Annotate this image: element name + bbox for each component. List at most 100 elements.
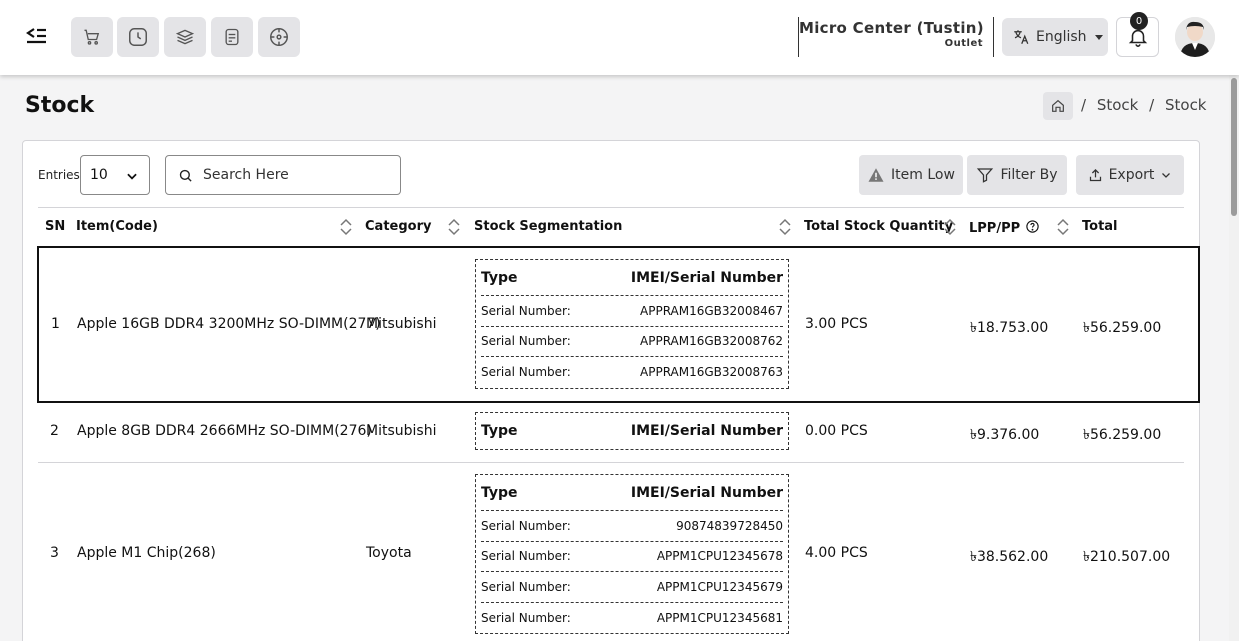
chevron-down-icon (1094, 34, 1103, 40)
segment-header-row: Type IMEI/Serial Number (481, 475, 783, 511)
row-qty: 0.00 PCS (805, 423, 868, 439)
segment-type: Serial Number: (481, 610, 571, 625)
segment-row: Serial Number: APPRAM16GB32008763 (481, 357, 783, 388)
sort-icon[interactable] (447, 217, 461, 237)
column-header-lpp[interactable]: LPP/PP (969, 219, 1040, 236)
segment-row: Serial Number: APPRAM16GB32008762 (481, 327, 783, 357)
table-header-top-border (38, 207, 1184, 208)
row-qty: 4.00 PCS (805, 545, 868, 561)
segment-serial: APPRAM16GB32008762 (640, 334, 783, 349)
row-category: Toyota (366, 545, 412, 561)
segment-row: Serial Number: APPM1CPU12345681 (481, 603, 783, 634)
breadcrumb: / Stock / Stock (1081, 96, 1213, 114)
help-icon[interactable] (1025, 219, 1040, 234)
sort-icon[interactable] (943, 217, 957, 237)
segment-type-header: Type (481, 484, 518, 501)
menu-toggle-icon[interactable] (24, 24, 48, 48)
store-name: Micro Center (Tustin) (799, 19, 984, 37)
language-label: English (1036, 29, 1087, 45)
segment-serial: APPRAM16GB32008763 (640, 365, 783, 380)
chevron-down-icon (1162, 173, 1171, 178)
segment-type-header: Type (481, 423, 518, 439)
row-item: Apple M1 Chip(268) (77, 545, 216, 561)
segment-row: Serial Number: APPM1CPU12345679 (481, 572, 783, 603)
search-placeholder: Search Here (203, 167, 289, 183)
column-header-item[interactable]: Item(Code) (76, 219, 158, 234)
segment-type: Serial Number: (481, 303, 571, 318)
row-total: ৳210.507.00 (1083, 549, 1171, 565)
segment-serial: APPM1CPU12345679 (656, 579, 783, 594)
breadcrumb-item[interactable]: Stock (1097, 96, 1139, 114)
column-header-total[interactable]: Total (1082, 219, 1118, 234)
column-header-total-stock-quantity[interactable]: Total Stock Quantity (804, 219, 953, 234)
sort-icon[interactable] (778, 217, 792, 237)
column-header-sn: SN (45, 219, 66, 234)
row-lpp: ৳9.376.00 (970, 427, 1040, 443)
language-selector[interactable]: English (1002, 18, 1108, 56)
export-button[interactable]: Export (1076, 155, 1184, 195)
segment-row: Serial Number: 90874839728450 (481, 511, 783, 542)
top-bar: Micro Center (Tustin) Outlet English 0 (0, 0, 1239, 75)
column-header-stock-segmentation[interactable]: Stock Segmentation (474, 219, 622, 234)
row-total: ৳56.259.00 (1083, 427, 1162, 443)
stock-segmentation-box: Type IMEI/Serial Number Serial Number: 9… (475, 474, 789, 634)
segment-serial: APPM1CPU12345678 (656, 549, 783, 564)
item-low-label: Item Low (891, 167, 955, 183)
segment-serial: APPM1CPU12345681 (656, 610, 783, 625)
segment-type: Serial Number: (481, 365, 571, 380)
segment-serial-header: IMEI/Serial Number (630, 269, 783, 286)
row-sn: 2 (50, 423, 59, 439)
segment-row: Serial Number: APPRAM16GB32008467 (481, 296, 783, 327)
search-icon (179, 169, 192, 182)
column-header-lpp-label: LPP/PP (969, 221, 1021, 236)
breadcrumb-home-icon[interactable] (1043, 92, 1073, 120)
segment-type: Serial Number: (481, 334, 571, 349)
filter-label: Filter By (1000, 167, 1058, 183)
segment-type: Serial Number: (481, 579, 571, 594)
dashboard-icon[interactable] (258, 17, 300, 57)
segment-type: Serial Number: (481, 518, 571, 533)
entries-value: 10 (90, 167, 108, 183)
translate-icon (1014, 30, 1029, 44)
row-sn: 3 (50, 545, 59, 561)
filter-button[interactable]: Filter By (967, 155, 1067, 195)
chevron-down-icon (127, 173, 137, 180)
row-lpp: ৳38.562.00 (970, 549, 1049, 565)
sort-icon[interactable] (1056, 217, 1070, 237)
row-category: Mitsubishi (366, 423, 437, 439)
item-low-button[interactable]: Item Low (859, 155, 963, 195)
segment-row: Serial Number: APPM1CPU12345678 (481, 542, 783, 572)
store-info: Micro Center (Tustin) Outlet (798, 17, 994, 57)
report-icon[interactable] (211, 17, 253, 57)
sort-icon[interactable] (339, 217, 353, 237)
segment-serial: 90874839728450 (676, 518, 783, 533)
row-item: Apple 16GB DDR4 3200MHz SO-DIMM(277) (77, 316, 381, 332)
row-total: ৳56.259.00 (1083, 320, 1162, 336)
row-category: Mitsubishi (366, 316, 437, 332)
layers-icon[interactable] (164, 17, 206, 57)
upload-icon (1089, 168, 1101, 181)
segment-header-row: Type IMEI/Serial Number (481, 260, 783, 296)
entries-label: Entries (38, 168, 80, 182)
search-input[interactable]: Search Here (165, 155, 401, 195)
entries-select[interactable]: 10 (80, 155, 150, 195)
cart-icon[interactable] (71, 17, 113, 57)
export-label: Export (1108, 167, 1155, 183)
notification-count-badge: 0 (1130, 12, 1148, 30)
segment-header-row: Type IMEI/Serial Number (481, 413, 783, 449)
segment-serial: APPRAM16GB32008467 (640, 303, 783, 318)
filter-icon (977, 168, 994, 183)
clock-icon[interactable] (117, 17, 159, 57)
stock-segmentation-box: Type IMEI/Serial Number (475, 412, 789, 450)
page-title: Stock (25, 93, 95, 118)
avatar[interactable] (1175, 17, 1215, 57)
segment-type: Serial Number: (481, 549, 571, 564)
row-item: Apple 8GB DDR4 2666MHz SO-DIMM(276) (77, 423, 372, 439)
scrollbar-thumb[interactable] (1231, 78, 1237, 216)
row-sn: 1 (51, 316, 60, 332)
warning-icon (868, 168, 884, 182)
column-header-category[interactable]: Category (365, 219, 431, 234)
segment-serial-header: IMEI/Serial Number (630, 484, 783, 501)
segment-type-header: Type (481, 269, 518, 286)
segment-serial-header: IMEI/Serial Number (630, 423, 783, 439)
